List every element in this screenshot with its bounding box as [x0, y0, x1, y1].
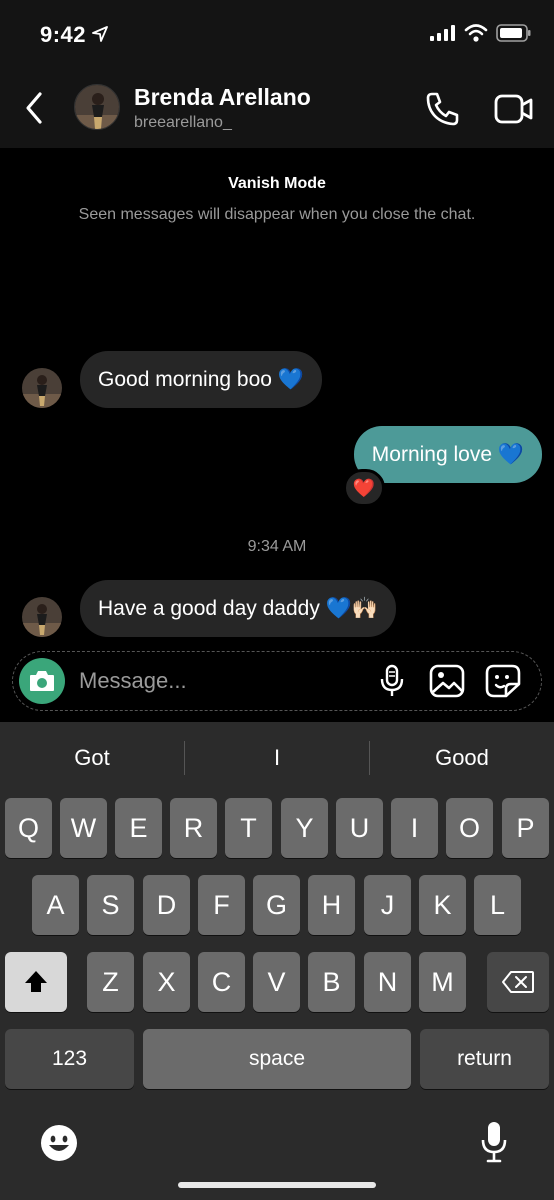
key-f[interactable]: F — [198, 875, 245, 935]
suggestion-item[interactable]: Good — [370, 722, 554, 794]
video-camera-icon[interactable] — [494, 92, 534, 126]
key-t[interactable]: T — [225, 798, 272, 858]
heart-reaction[interactable]: ❤️ — [343, 469, 385, 507]
key-o[interactable]: O — [446, 798, 493, 858]
signal-icon — [430, 25, 455, 41]
key-y[interactable]: Y — [281, 798, 328, 858]
incoming-message-bubble[interactable]: Have a good day daddy 💙🙌🏻 — [80, 580, 396, 637]
status-indicators — [430, 24, 532, 42]
key-v[interactable]: V — [253, 952, 300, 1012]
vanish-mode-subtitle: Seen messages will disappear when you cl… — [78, 206, 476, 223]
sticker-icon[interactable] — [485, 664, 521, 698]
key-e[interactable]: E — [115, 798, 162, 858]
camera-icon — [30, 671, 54, 691]
key-j[interactable]: J — [364, 875, 411, 935]
key-q[interactable]: Q — [5, 798, 52, 858]
suggestion-item[interactable]: I — [185, 722, 369, 794]
message-input[interactable] — [79, 652, 359, 709]
key-h[interactable]: H — [308, 875, 355, 935]
key-z[interactable]: Z — [87, 952, 134, 1012]
contact-name[interactable]: Brenda Arellano — [134, 84, 311, 111]
key-i[interactable]: I — [391, 798, 438, 858]
contact-avatar[interactable] — [74, 84, 120, 130]
gallery-icon[interactable] — [429, 664, 465, 698]
home-indicator[interactable] — [178, 1182, 376, 1188]
sender-avatar[interactable] — [22, 597, 62, 637]
key-w[interactable]: W — [60, 798, 107, 858]
key-l[interactable]: L — [474, 875, 521, 935]
suggestion-item[interactable]: Got — [0, 722, 184, 794]
keyboard: Got I Good Q W E R T Y U I O P A S D F G… — [0, 722, 554, 1200]
message-timestamp: 9:34 AM — [247, 538, 307, 555]
dictation-microphone-icon[interactable] — [480, 1120, 508, 1164]
shift-key[interactable] — [5, 952, 67, 1012]
outgoing-message-bubble[interactable]: Morning love 💙 — [353, 426, 542, 483]
camera-button[interactable] — [19, 658, 65, 704]
incoming-message-bubble[interactable]: Good morning boo 💙 — [80, 351, 322, 408]
back-icon[interactable] — [20, 88, 50, 128]
chat-header: Brenda Arellano breearellano_ — [0, 70, 554, 148]
battery-icon — [496, 24, 531, 42]
phone-icon[interactable] — [424, 90, 462, 128]
key-d[interactable]: D — [143, 875, 190, 935]
backspace-icon — [502, 971, 534, 993]
vanish-mode-title: Vanish Mode — [228, 175, 326, 192]
emoji-icon[interactable] — [40, 1124, 78, 1162]
status-time: 9:42 — [40, 22, 87, 47]
sender-avatar[interactable] — [22, 368, 62, 408]
space-key[interactable]: space — [143, 1029, 411, 1089]
key-s[interactable]: S — [87, 875, 134, 935]
message-composer — [12, 651, 542, 711]
location-arrow-icon — [92, 26, 108, 42]
key-n[interactable]: N — [364, 952, 411, 1012]
microphone-icon[interactable] — [377, 664, 407, 698]
key-k[interactable]: K — [419, 875, 466, 935]
status-bar: 9:42 — [0, 0, 554, 70]
key-c[interactable]: C — [198, 952, 245, 1012]
return-key[interactable]: return — [420, 1029, 549, 1089]
key-x[interactable]: X — [143, 952, 190, 1012]
delete-key[interactable] — [487, 952, 549, 1012]
numbers-key[interactable]: 123 — [5, 1029, 134, 1089]
contact-handle[interactable]: breearellano_ — [134, 114, 232, 132]
key-r[interactable]: R — [170, 798, 217, 858]
shift-arrow-icon — [25, 971, 47, 992]
key-a[interactable]: A — [32, 875, 79, 935]
key-p[interactable]: P — [502, 798, 549, 858]
key-m[interactable]: M — [419, 952, 466, 1012]
wifi-icon — [464, 24, 488, 42]
key-g[interactable]: G — [253, 875, 300, 935]
key-u[interactable]: U — [336, 798, 383, 858]
key-b[interactable]: B — [308, 952, 355, 1012]
suggestion-bar: Got I Good — [0, 722, 554, 794]
